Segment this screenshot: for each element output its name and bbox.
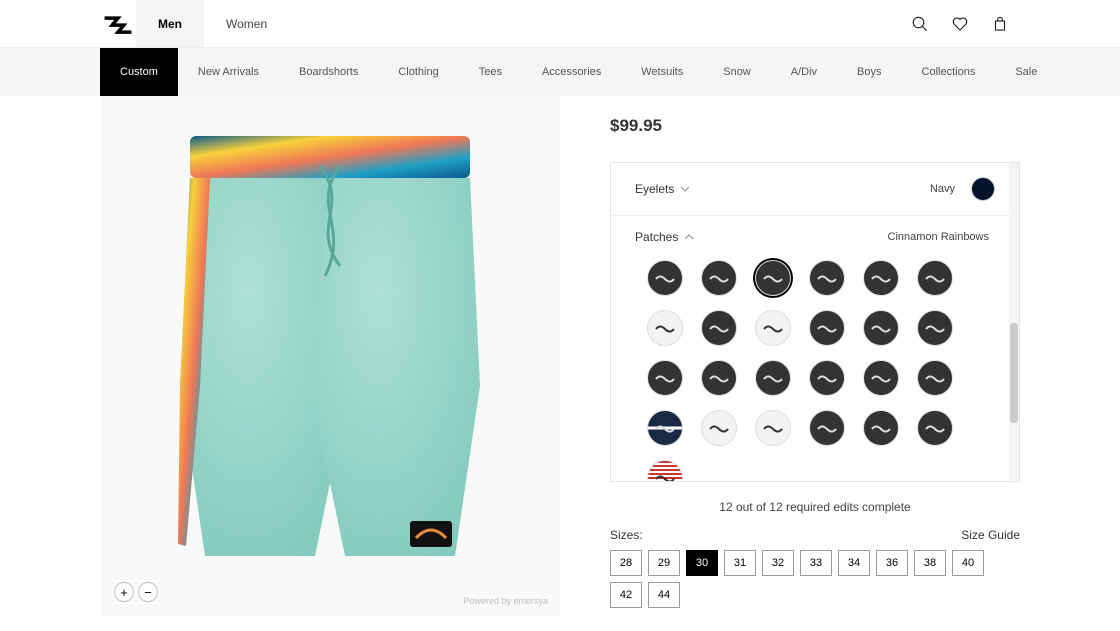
patch-option-18[interactable] (647, 410, 683, 446)
size-33[interactable]: 33 (800, 550, 832, 576)
search-icon[interactable] (900, 0, 940, 47)
size-31[interactable]: 31 (724, 550, 756, 576)
brand-logo[interactable] (100, 0, 136, 47)
nav-custom[interactable]: Custom (100, 48, 178, 96)
sizes-section: Sizes: Size Guide 28293031323334363840 42… (610, 528, 1020, 608)
nav-tees[interactable]: Tees (459, 48, 522, 96)
patch-option-13[interactable] (701, 360, 737, 396)
patch-option-5[interactable] (917, 260, 953, 296)
nav-collections[interactable]: Collections (902, 48, 996, 96)
patch-option-0[interactable] (647, 260, 683, 296)
patch-option-11[interactable] (917, 310, 953, 346)
size-44[interactable]: 44 (648, 582, 680, 608)
edits-complete-label: 12 out of 12 required edits complete (610, 500, 1020, 514)
patch-option-7[interactable] (701, 310, 737, 346)
zoom-in-button[interactable]: + (114, 582, 134, 602)
patches-label: Patches (635, 230, 678, 244)
config-panel: Eyelets Navy Patches Cinnamon Rainbows (610, 162, 1020, 482)
size-40[interactable]: 40 (952, 550, 984, 576)
size-30[interactable]: 30 (686, 550, 718, 576)
patch-option-14[interactable] (755, 360, 791, 396)
patch-option-1[interactable] (701, 260, 737, 296)
eyelets-value: Navy (930, 183, 961, 195)
topbar: Men Women (0, 0, 1120, 48)
nav-sale[interactable]: Sale (995, 48, 1057, 96)
nav-accessories[interactable]: Accessories (522, 48, 621, 96)
config-section-eyelets[interactable]: Eyelets Navy (611, 163, 1019, 216)
chevron-up-icon (684, 232, 694, 242)
sizes-label: Sizes: (610, 528, 643, 542)
size-32[interactable]: 32 (762, 550, 794, 576)
config-scrollbar[interactable] (1009, 163, 1019, 481)
price-label: $99.95 (610, 116, 1020, 136)
nav-boys[interactable]: Boys (837, 48, 901, 96)
size-36[interactable]: 36 (876, 550, 908, 576)
main-content: + − Powered by emersya $99.95 Eyelets Na… (0, 96, 1120, 616)
wishlist-heart-icon[interactable] (940, 0, 980, 47)
product-image (150, 126, 510, 586)
patch-option-8[interactable] (755, 310, 791, 346)
patches-value: Cinnamon Rainbows (888, 231, 996, 243)
size-guide-link[interactable]: Size Guide (961, 528, 1020, 542)
nav-clothing[interactable]: Clothing (378, 48, 458, 96)
size-29[interactable]: 29 (648, 550, 680, 576)
eyelets-swatch (971, 177, 995, 201)
product-options: $99.95 Eyelets Navy Patches (560, 96, 1020, 616)
patch-option-15[interactable] (809, 360, 845, 396)
size-42[interactable]: 42 (610, 582, 642, 608)
category-nav: CustomNew ArrivalsBoardshortsClothingTee… (0, 48, 1120, 96)
patch-option-20[interactable] (755, 410, 791, 446)
patch-option-16[interactable] (863, 360, 899, 396)
powered-by-label: Powered by emersya (463, 596, 548, 606)
patch-option-17[interactable] (917, 360, 953, 396)
zoom-out-button[interactable]: − (138, 582, 158, 602)
nav-wetsuits[interactable]: Wetsuits (621, 48, 703, 96)
patch-option-3[interactable] (809, 260, 845, 296)
patch-option-21[interactable] (809, 410, 845, 446)
nav-snow[interactable]: Snow (703, 48, 771, 96)
patch-option-6[interactable] (647, 310, 683, 346)
eyelets-label: Eyelets (635, 182, 674, 196)
patch-option-19[interactable] (701, 410, 737, 446)
nav-a-div[interactable]: A/Div (771, 48, 837, 96)
patch-option-12[interactable] (647, 360, 683, 396)
config-section-patches: Patches Cinnamon Rainbows (611, 216, 1019, 482)
size-28[interactable]: 28 (610, 550, 642, 576)
tab-men[interactable]: Men (136, 0, 204, 47)
patches-header[interactable]: Patches Cinnamon Rainbows (635, 230, 995, 244)
patch-option-2[interactable] (755, 260, 791, 296)
patch-option-9[interactable] (809, 310, 845, 346)
patch-option-4[interactable] (863, 260, 899, 296)
size-38[interactable]: 38 (914, 550, 946, 576)
patch-option-10[interactable] (863, 310, 899, 346)
chevron-down-icon (680, 184, 690, 194)
patch-option-24[interactable] (647, 460, 683, 482)
patch-grid (635, 244, 995, 482)
product-viewer[interactable]: + − Powered by emersya (100, 96, 560, 616)
nav-boardshorts[interactable]: Boardshorts (279, 48, 378, 96)
size-34[interactable]: 34 (838, 550, 870, 576)
nav-new-arrivals[interactable]: New Arrivals (178, 48, 279, 96)
patch-option-23[interactable] (917, 410, 953, 446)
cart-bag-icon[interactable] (980, 0, 1020, 47)
patch-option-22[interactable] (863, 410, 899, 446)
tab-women[interactable]: Women (204, 0, 289, 47)
